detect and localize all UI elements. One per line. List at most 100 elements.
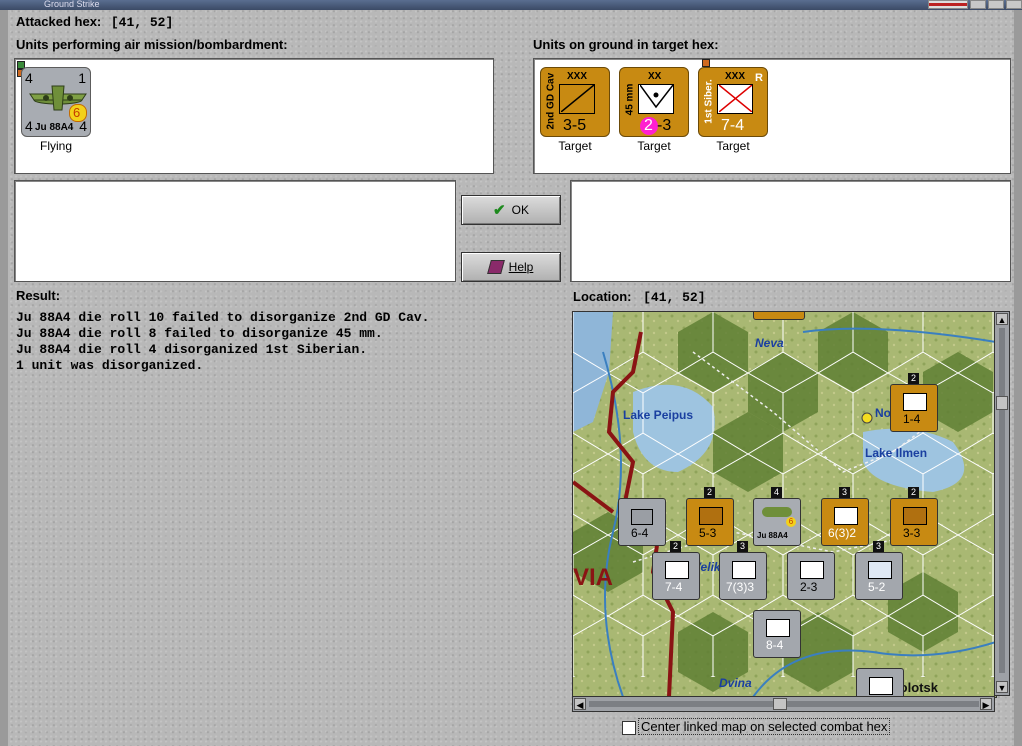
window-frame-right: [1014, 10, 1022, 746]
air-unit-name: Ju 88A4: [35, 122, 74, 133]
result-line: Ju 88A4 die roll 8 failed to disorganize…: [16, 326, 383, 341]
ground-units-panel: XXX 2nd GD Cav 3-5 Target XX 45 mm 2 -3 …: [533, 58, 1011, 174]
infantry-symbol-icon: [717, 84, 753, 114]
unit-strength: 3-5: [563, 117, 587, 134]
attacked-hex-label: Attacked hex:: [16, 14, 102, 29]
window-title: Ground Strike: [44, 0, 100, 9]
ground-unit-counter[interactable]: XXX R 1st Siber. 7-4: [698, 67, 768, 137]
ground-unit-status: Target: [637, 139, 671, 153]
reserve-flag: R: [755, 72, 763, 84]
map-air-counter[interactable]: 4 6 Ju 88A4: [753, 487, 801, 546]
map-counter[interactable]: 8-4: [753, 610, 801, 658]
attacker-info-panel: [14, 180, 456, 282]
ok-label: OK: [511, 203, 529, 217]
scroll-right-button[interactable]: ▶: [980, 698, 992, 710]
infantry-symbol-icon: [732, 561, 756, 579]
help-button[interactable]: Help: [461, 252, 561, 282]
infantry-symbol-icon: [903, 507, 927, 525]
cavalry-symbol-icon: [559, 84, 595, 114]
location-value: [41, 52]: [643, 290, 706, 305]
ok-button[interactable]: ✔ OK: [461, 195, 561, 225]
center-linked-map-checkbox[interactable]: [622, 721, 636, 735]
infantry-symbol-icon: [766, 619, 790, 637]
anti-tank-symbol-icon: [638, 84, 674, 114]
air-units-panel: 4 1 6 4 Ju 88A4 4 Flying: [14, 58, 494, 174]
unit-name-vertical: 45 mm: [624, 83, 636, 116]
map-counter[interactable]: 3 6(3)2: [821, 487, 869, 546]
unit-size-marker: XXX: [567, 71, 588, 82]
result-line: 1 unit was disorganized.: [16, 358, 204, 373]
air-counter-badge: 6: [786, 517, 796, 527]
stack-count: 3: [839, 487, 850, 498]
map-counter[interactable]: 2 5-3: [686, 487, 734, 546]
defender-info-panel: [570, 180, 1011, 282]
ground-unit-1st-siber[interactable]: XXX R 1st Siber. 7-4 Target: [698, 59, 768, 153]
air-unit-status: Flying: [39, 139, 72, 153]
map-counter[interactable]: 2 3-3: [890, 487, 938, 546]
scroll-thumb[interactable]: [773, 698, 787, 710]
scroll-track[interactable]: [999, 328, 1005, 673]
location-label: Location:: [573, 289, 632, 304]
motorized-symbol-icon: [631, 509, 653, 525]
map-counter[interactable]: 2 7-4: [652, 541, 700, 600]
window-frame-left: [0, 10, 8, 746]
map-counter-partial[interactable]: [753, 312, 805, 320]
stack-count: 3: [873, 541, 884, 552]
map-horizontal-scrollbar[interactable]: ◀ ▶: [572, 696, 995, 712]
air-unit-bottom-right: 4: [79, 118, 87, 134]
air-unit-ju88a4[interactable]: 4 1 6 4 Ju 88A4 4 Flying: [21, 67, 91, 153]
scroll-thumb[interactable]: [996, 396, 1008, 410]
center-linked-map-label[interactable]: Center linked map on selected combat hex: [638, 718, 891, 735]
map-counter[interactable]: 3 7(3)3: [719, 541, 767, 600]
infantry-symbol-icon: [699, 507, 723, 525]
unit-name-vertical: 2nd GD Cav: [545, 72, 557, 130]
help-label: Help: [508, 260, 534, 274]
attacked-hex-value: [41, 52]: [110, 15, 174, 30]
stack-count: 2: [704, 487, 715, 498]
ground-unit-45mm[interactable]: XX 45 mm 2 -3 Target: [619, 67, 689, 153]
minimize-button[interactable]: [970, 0, 986, 9]
infantry-symbol-icon: [834, 507, 858, 525]
result-label: Result:: [16, 288, 61, 303]
ground-unit-status: Target: [558, 139, 592, 153]
result-line: Ju 88A4 die roll 10 failed to disorganiz…: [16, 310, 430, 325]
help-book-icon: [486, 260, 505, 274]
scroll-down-button[interactable]: ▼: [996, 681, 1008, 693]
map-counter[interactable]: 2 1-4: [890, 373, 938, 432]
map-counter[interactable]: 3 5-2: [855, 541, 903, 600]
air-unit-counter[interactable]: 4 1 6 4 Ju 88A4 4: [21, 67, 91, 137]
map-vertical-scrollbar[interactable]: ▲ ▼: [994, 311, 1010, 696]
map-label-lake-ilmen: Lake Ilmen: [865, 446, 928, 460]
map-counter[interactable]: 2-3: [787, 552, 835, 600]
unit-name-vertical: 1st Siber.: [703, 79, 715, 124]
map-counter-partial[interactable]: [856, 668, 904, 697]
maximize-button[interactable]: [988, 0, 1004, 9]
unit-size-marker: XX: [648, 71, 662, 82]
map-label-neva: Neva: [755, 336, 784, 350]
scroll-up-button[interactable]: ▲: [996, 313, 1008, 325]
ground-units-heading: Units on ground in target hex:: [533, 37, 719, 52]
ground-unit-counter[interactable]: XX 45 mm 2 -3: [619, 67, 689, 137]
flag-icon: [928, 0, 968, 9]
ground-unit-counter[interactable]: XXX 2nd GD Cav 3-5: [540, 67, 610, 137]
close-button[interactable]: [1006, 0, 1022, 9]
artillery-symbol-icon: [868, 561, 892, 579]
stack-count: 3: [737, 541, 748, 552]
map-label-lake-peipus: Lake Peipus: [623, 408, 694, 422]
unit-strength: 7-4: [721, 117, 745, 134]
map-counter[interactable]: 6-4: [618, 498, 666, 546]
infantry-symbol-icon: [800, 561, 824, 579]
hex-map[interactable]: Neva Lake Peipus Novgorod Lake Ilmen VIA…: [572, 311, 997, 698]
stack-count: 2: [670, 541, 681, 552]
air-unit-bottom-left: 4: [25, 118, 33, 134]
stack-count: 4: [771, 487, 782, 498]
ground-unit-2nd-gd-cav[interactable]: XXX 2nd GD Cav 3-5 Target: [540, 67, 610, 153]
unit-size-marker: XXX: [725, 71, 746, 82]
infantry-symbol-icon: [665, 561, 689, 579]
map-label-dvina: Dvina: [719, 676, 752, 690]
scroll-left-button[interactable]: ◀: [574, 698, 586, 710]
unit-symbol-icon: [869, 677, 893, 695]
window-titlebar: Ground Strike: [0, 0, 1022, 10]
strength-badge: 2: [640, 117, 658, 135]
air-units-heading: Units performing air mission/bombardment…: [16, 37, 288, 52]
